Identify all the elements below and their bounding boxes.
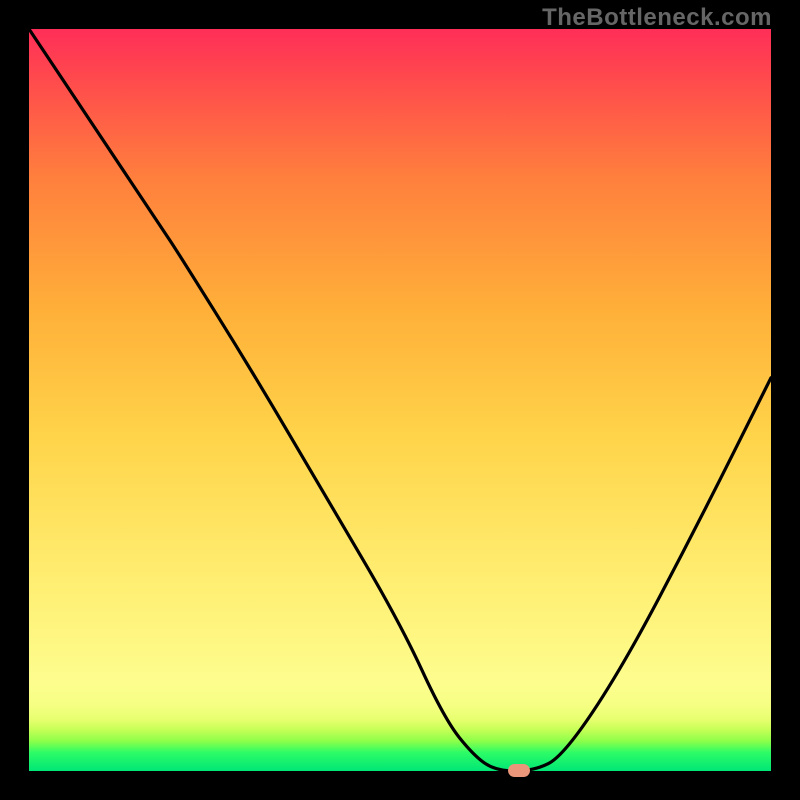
watermark-text: TheBottleneck.com bbox=[542, 4, 772, 32]
bottleneck-curve bbox=[29, 29, 771, 771]
curve-line bbox=[29, 29, 771, 771]
optimal-point-marker bbox=[508, 764, 530, 777]
bottleneck-chart: TheBottleneck.com bbox=[0, 0, 800, 800]
